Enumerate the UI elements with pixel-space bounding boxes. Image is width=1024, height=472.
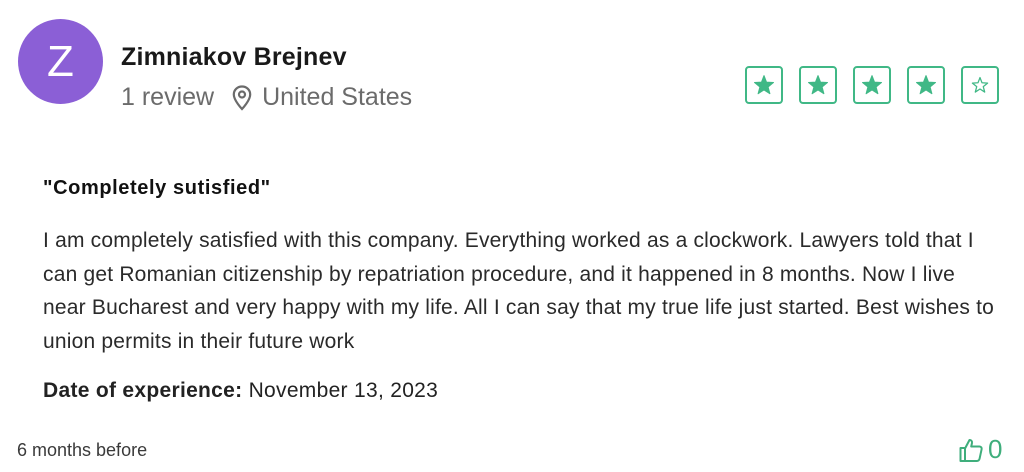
avatar-initial: Z bbox=[47, 36, 74, 86]
star-rating bbox=[745, 66, 999, 104]
posted-time: 6 months before bbox=[17, 440, 148, 460]
avatar[interactable]: Z bbox=[18, 19, 103, 104]
experience-date: November 13, 2023 bbox=[248, 379, 439, 402]
review-title[interactable]: "Completely sutisfied" bbox=[43, 177, 271, 200]
star-filled-icon bbox=[907, 66, 945, 104]
star-filled-icon bbox=[853, 66, 891, 104]
experience-label: Date of experience: bbox=[43, 379, 243, 402]
reviewer-location: United States bbox=[262, 83, 413, 111]
reviewer-meta: 1 review United States bbox=[121, 83, 412, 112]
date-of-experience: Date of experience: November 13, 2023 bbox=[43, 379, 438, 403]
thumbs-up-icon bbox=[958, 437, 984, 463]
useful-button[interactable]: 0 bbox=[958, 434, 1002, 465]
review-count: 1 review bbox=[121, 83, 215, 111]
star-empty-icon bbox=[961, 66, 999, 104]
reviewer-name[interactable]: Zimniakov Brejnev bbox=[121, 43, 347, 72]
star-filled-icon bbox=[799, 66, 837, 104]
star-filled-icon bbox=[745, 66, 783, 104]
review-body: I am completely satisfied with this comp… bbox=[43, 229, 995, 353]
useful-count: 0 bbox=[988, 434, 1003, 464]
location-pin-icon bbox=[232, 84, 252, 111]
